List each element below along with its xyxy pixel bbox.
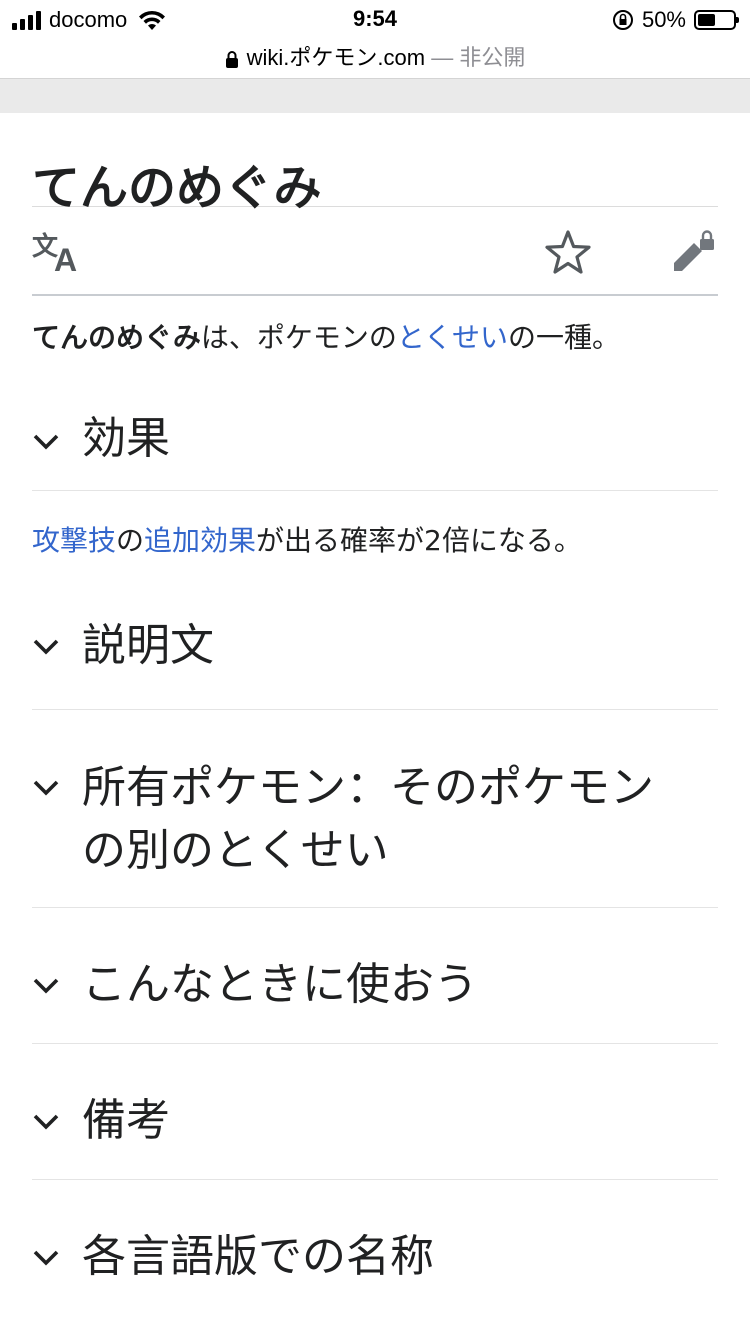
- section-label-line2: の別のとくせい: [82, 825, 389, 876]
- effect-text-2: が出る確率が2倍になる。: [256, 524, 582, 557]
- section-usage-tips[interactable]: こんなときに使おう: [32, 908, 718, 1044]
- chevron-down-icon: [33, 434, 59, 450]
- intro-paragraph: てんのめぐみは、ポケモンのとくせいの一種。: [32, 318, 718, 378]
- intro-text-1: は、ポケモンの: [200, 321, 397, 354]
- effect-text-1: の: [116, 524, 145, 557]
- battery-percent: 50%: [641, 7, 686, 32]
- section-label: 効果: [82, 413, 170, 464]
- lock-icon: [225, 51, 238, 69]
- orientation-lock-icon: [612, 10, 633, 30]
- chevron-down-icon: [33, 1114, 59, 1130]
- section-notes[interactable]: 備考: [32, 1044, 718, 1180]
- browser-toolbar-strip: [0, 78, 750, 113]
- attack-move-link[interactable]: 攻撃技: [32, 524, 116, 557]
- chevron-down-icon: [33, 1250, 59, 1266]
- url-text: wiki.ポケモン.com: [246, 45, 426, 70]
- chevron-down-icon: [33, 639, 59, 655]
- secondary-effect-link[interactable]: 追加効果: [144, 524, 256, 557]
- intro-text-2: の一種。: [508, 321, 621, 354]
- effect-paragraph: 攻撃技の追加効果が出る確率が2倍になる。: [32, 521, 718, 581]
- battery-icon: [694, 10, 739, 30]
- chevron-down-icon: [33, 780, 59, 796]
- intro-bold-term: てんのめぐみ: [32, 321, 201, 354]
- article-content: てんのめぐみ 文 A てんのめぐみは、ポケモンのとくせいの一種。 効果 攻撃技の…: [32, 112, 718, 1300]
- section-description[interactable]: 説明文: [32, 581, 718, 710]
- status-bar: docomo 9:54 50%: [0, 0, 750, 40]
- section-names-in-languages[interactable]: 各言語版での名称: [32, 1180, 718, 1300]
- page-actions-toolbar: 文 A: [32, 207, 718, 296]
- section-effect[interactable]: 効果: [32, 378, 718, 491]
- translate-icon[interactable]: 文 A: [32, 229, 84, 273]
- section-label: 説明文: [82, 620, 214, 671]
- star-icon[interactable]: [544, 229, 592, 275]
- section-label: こんなときに使おう: [82, 959, 478, 1010]
- svg-text:A: A: [54, 242, 77, 273]
- section-label-line1: 所有ポケモン：そのポケモン: [82, 762, 654, 813]
- chevron-down-icon: [33, 978, 59, 994]
- page-title: てんのめぐみ: [32, 112, 718, 216]
- section-label: 備考: [82, 1095, 170, 1146]
- edit-locked-icon[interactable]: [670, 227, 718, 273]
- ability-link[interactable]: とくせい: [397, 321, 508, 354]
- battery-level: [698, 14, 715, 26]
- status-right: 50%: [612, 6, 739, 34]
- section-label: 各言語版での名称: [82, 1231, 434, 1282]
- url-bar[interactable]: wiki.ポケモン.com — 非公開: [0, 40, 750, 78]
- private-label: — 非公開: [431, 45, 526, 70]
- section-holder-pokemon[interactable]: 所有ポケモン：そのポケモン の別のとくせい: [32, 710, 718, 908]
